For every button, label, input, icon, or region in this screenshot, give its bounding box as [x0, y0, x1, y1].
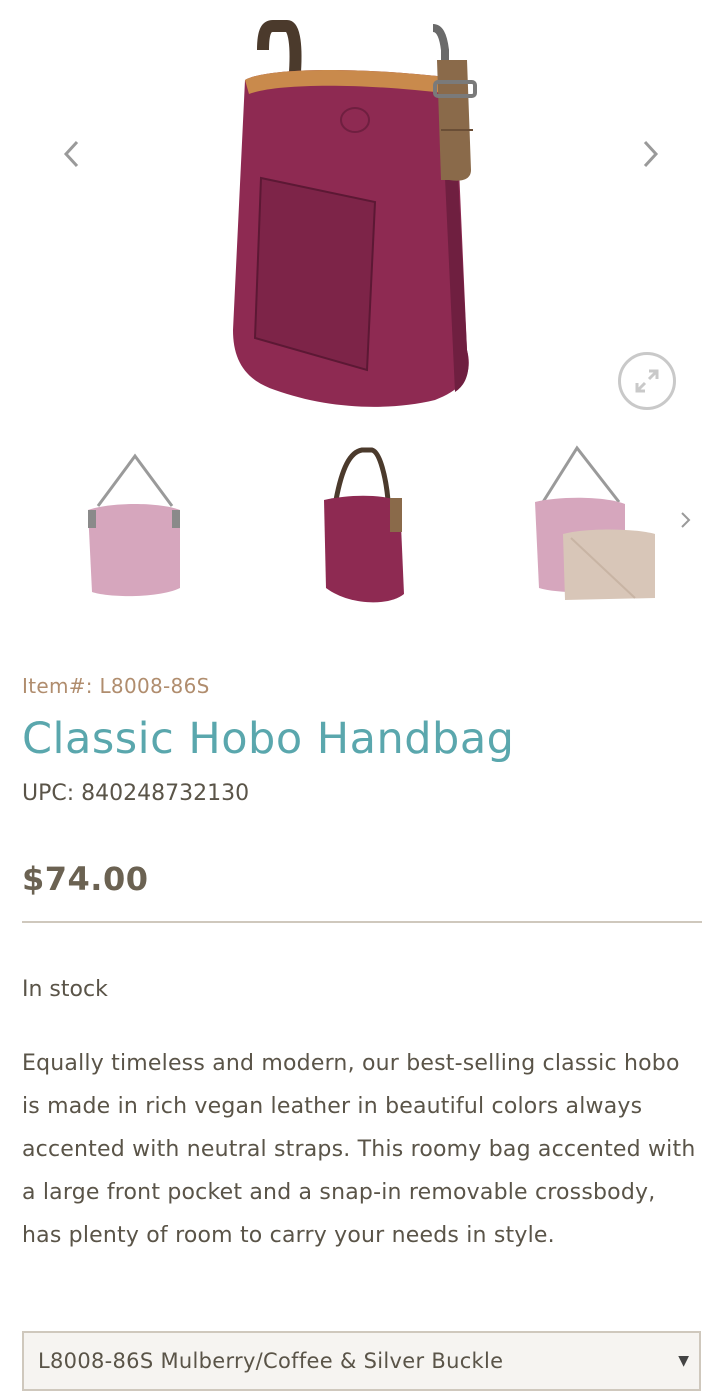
divider	[22, 921, 702, 923]
expand-icon	[635, 369, 659, 393]
product-description: Equally timeless and modern, our best-se…	[22, 1051, 696, 1248]
thumbnail-pink-hobo[interactable]	[60, 438, 210, 608]
product-price: $74.00	[22, 860, 149, 898]
upc-code: UPC: 840248732130	[22, 781, 250, 806]
stock-status: In stock	[22, 977, 108, 1002]
thumbnail-pink-hobo-crossbody[interactable]	[515, 438, 665, 608]
gallery-next-button[interactable]	[630, 132, 670, 176]
thumbnail-mulberry-hobo[interactable]	[290, 438, 440, 608]
product-gallery	[0, 0, 717, 430]
main-product-image[interactable]	[205, 20, 515, 420]
chevron-right-icon	[681, 512, 691, 528]
item-number: Item#: L8008-86S	[22, 674, 210, 698]
gallery-prev-button[interactable]	[52, 132, 92, 176]
zoom-button[interactable]	[618, 352, 676, 410]
variant-selected-value: L8008-86S Mulberry/Coffee & Silver Buckl…	[38, 1349, 504, 1373]
caret-down-icon: ▼	[678, 1353, 689, 1369]
thumbnail-strip	[0, 438, 717, 618]
variant-select[interactable]: L8008-86S Mulberry/Coffee & Silver Buckl…	[22, 1331, 701, 1391]
chevron-right-icon	[643, 140, 659, 168]
chevron-left-icon	[63, 140, 79, 168]
thumbnail-next-button[interactable]	[672, 500, 698, 540]
product-title: Classic Hobo Handbag	[22, 714, 515, 764]
